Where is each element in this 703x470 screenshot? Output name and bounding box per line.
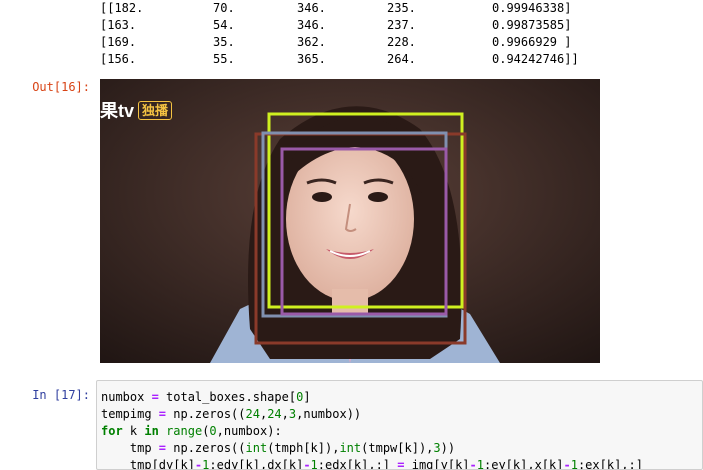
code-line: tmp[dy[k]-1:edy[k],dx[k]-1:edx[k],:] = i… [101, 458, 643, 470]
output-cell: [[182. [100, 1, 144, 15]
in-prompt: In [17]: [32, 388, 90, 402]
output-row: [156. 55. 365. 264. 0.94242746]] [100, 51, 700, 68]
output-row: [169. 35. 362. 228. 0.9966929 ] [100, 34, 700, 51]
output-cell: 70. [213, 1, 235, 15]
logo-text: 果tv [100, 101, 135, 121]
code-line: for k in range(0,numbox): [101, 424, 282, 438]
out-prompt: Out[16]: [32, 80, 90, 94]
code-line: numbox = total_boxes.shape[0] [101, 390, 311, 404]
output-row: [[182. 70. 346. 235. 0.99946338] [100, 0, 700, 17]
output-cell: 35. [213, 35, 235, 49]
output-cell: [169. [100, 35, 137, 49]
output-cell: 346. [297, 18, 326, 32]
output-cell: 365. [297, 52, 326, 66]
output-cell: 55. [213, 52, 235, 66]
output-cell: 362. [297, 35, 326, 49]
code-line: tempimg = np.zeros((24,24,3,numbox)) [101, 407, 362, 421]
output-cell: 54. [213, 18, 235, 32]
face-photo [100, 79, 600, 363]
output-cell: 0.99873585] [492, 18, 572, 32]
code-line: tmp = np.zeros((int(tmph[k]),int(tmpw[k]… [101, 441, 456, 455]
output-cell: [163. [100, 18, 137, 32]
tv-logo: 果tv 独播 [100, 99, 173, 121]
output-cell: 264. [387, 52, 416, 66]
output-row: [163. 54. 346. 237. 0.99873585] [100, 17, 700, 34]
logo-badge: 独播 [138, 100, 173, 120]
output-cell: [156. [100, 52, 137, 66]
code-cell-17[interactable]: numbox = total_boxes.shape[0] tempimg = … [96, 380, 703, 470]
output-cell: 237. [387, 18, 416, 32]
output-cell: 346. [297, 1, 326, 15]
output-cell: 228. [387, 35, 416, 49]
output-cell: 0.99946338] [492, 1, 572, 15]
output-array: [[182. 70. 346. 235. 0.99946338] [163. 5… [100, 0, 700, 68]
output-cell: 0.94242746]] [492, 52, 579, 66]
output-image: 果tv 独播 [100, 79, 600, 363]
output-cell: 0.9966929 ] [492, 35, 572, 49]
output-cell: 235. [387, 1, 416, 15]
